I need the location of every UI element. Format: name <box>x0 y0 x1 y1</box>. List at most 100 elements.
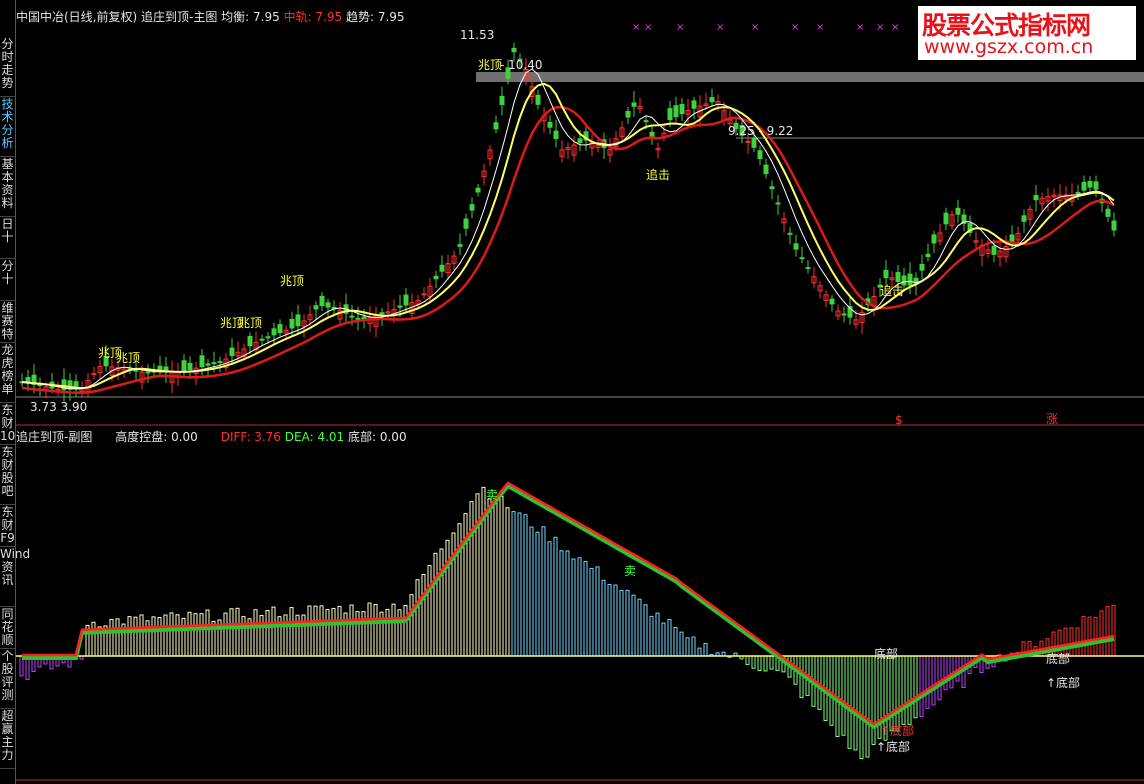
macd-bar <box>655 612 660 657</box>
sidebar-item-5[interactable]: 维赛特 <box>0 302 15 343</box>
sidebar-item-0[interactable]: 分时走势 <box>0 38 15 97</box>
sidebar-item-3[interactable]: 日十 <box>0 218 15 259</box>
bottom-arrow-1: ↑底部 <box>1046 676 1081 690</box>
candle-body <box>793 243 799 250</box>
candle-body <box>265 336 271 339</box>
candle-body <box>295 314 301 327</box>
macd-bar <box>127 616 132 657</box>
macd-bar <box>433 552 438 657</box>
candle-body <box>469 204 475 211</box>
macd-bar <box>523 514 528 657</box>
macd-bar <box>493 500 498 657</box>
macd-bar <box>871 655 876 745</box>
macd-bar <box>745 655 750 665</box>
candle-body <box>349 315 355 318</box>
candle-body <box>1081 181 1087 191</box>
candle-body <box>625 110 631 118</box>
candle-body <box>535 94 541 105</box>
macd-bar <box>565 550 570 657</box>
signal-x-mark: × <box>644 22 652 33</box>
macd-bar <box>199 613 204 657</box>
macd-bar <box>769 655 774 670</box>
candle-body <box>751 137 757 148</box>
candle-body <box>277 324 283 334</box>
candle-body <box>397 305 403 308</box>
macd-bar <box>619 590 624 657</box>
candle-body <box>907 273 913 286</box>
macd-bar <box>325 609 330 657</box>
top-signal-1: 兆顶 <box>478 58 503 72</box>
macd-bar <box>487 498 492 657</box>
candle-body <box>931 234 937 244</box>
signal-x-mark: × <box>676 22 684 33</box>
sidebar-item-9[interactable]: 东财F9 <box>0 506 15 547</box>
macd-bar <box>625 589 630 657</box>
macd-bar <box>253 609 258 657</box>
diff-value: DIFF: 3.76 <box>220 430 281 444</box>
candle-body <box>205 363 211 366</box>
sidebar-item-11[interactable]: 同花顺 <box>0 608 15 649</box>
candle-body <box>799 257 805 260</box>
macd-bar <box>601 579 606 657</box>
macd-bar <box>463 513 468 657</box>
candle-body <box>217 360 223 363</box>
candle-body <box>1105 208 1111 217</box>
macd-bar <box>589 567 594 657</box>
signal-x-mark: × <box>716 22 724 33</box>
signal-x-mark: × <box>856 22 864 33</box>
trend-line <box>21 82 1115 390</box>
macd-bar <box>925 655 930 709</box>
candle-body <box>631 102 637 107</box>
candle-body <box>547 121 553 128</box>
candle-body <box>691 100 697 109</box>
chart-area[interactable]: × × × × × × × × × × <box>16 0 1144 784</box>
candle-body <box>1111 220 1117 231</box>
macd-bar <box>607 584 612 657</box>
signal-x-mark: × <box>791 22 799 33</box>
macd-bar <box>475 493 480 657</box>
macd-bar <box>931 655 936 706</box>
macd-bar <box>145 620 150 657</box>
macd-bar <box>517 512 522 657</box>
macd-bar <box>679 631 684 657</box>
macd-bar <box>331 607 336 657</box>
candle-body <box>769 186 775 190</box>
macd-bar <box>1105 606 1110 657</box>
macd-bar <box>595 566 600 657</box>
candle-body <box>433 275 439 280</box>
candle-body <box>187 362 193 371</box>
macd-bar <box>865 655 870 758</box>
sidebar-item-8[interactable]: 东财股吧 <box>0 446 15 505</box>
macd-bar <box>535 531 540 657</box>
macd-bar <box>349 604 354 657</box>
candle-body <box>199 355 205 368</box>
macd-bar <box>943 655 948 691</box>
sidebar-item-7[interactable]: 东财10 <box>0 404 15 445</box>
macd-bar <box>673 626 678 657</box>
candle-body <box>259 338 265 341</box>
sidebar-item-2[interactable]: 基本资料 <box>0 158 15 217</box>
macd-bar <box>571 558 576 657</box>
candle-body <box>883 269 889 279</box>
candle-body <box>379 312 385 315</box>
sidebar-item-10[interactable]: Wind资讯 <box>0 548 30 607</box>
side-toolbar: 分时走势 技术分析 基本资料 日十 分十 维赛特 龙虎榜单 东财10 东财股吧 东财F9 Wind资… <box>0 0 30 784</box>
macd-bar <box>553 536 558 657</box>
macd-bar <box>229 608 234 657</box>
macd-bar <box>1099 610 1104 657</box>
bottom-label-1: 底部 <box>874 647 899 661</box>
candle-body <box>745 140 751 143</box>
candle-body <box>1075 191 1081 194</box>
bottom-value: 底部: 0.00 <box>348 430 407 444</box>
sidebar-item-1[interactable]: 技术分析 <box>0 98 15 157</box>
sidebar-item-13[interactable]: 超赢主力 <box>0 710 15 769</box>
candle-body <box>895 272 901 283</box>
sidebar-item-6[interactable]: 龙虎榜单 <box>0 344 15 403</box>
sidebar-item-12[interactable]: 个股评测 <box>0 650 15 709</box>
macd-bar <box>193 613 198 657</box>
sub-chart-header: 追庄到顶-副图 高度控盘: 0.00 DIFF: 3.76 DEA: 4.01 … <box>16 428 407 445</box>
candle-body <box>577 138 583 143</box>
macd-bar <box>163 614 168 657</box>
candle-body <box>757 150 763 160</box>
sidebar-item-4[interactable]: 分十 <box>0 260 15 301</box>
